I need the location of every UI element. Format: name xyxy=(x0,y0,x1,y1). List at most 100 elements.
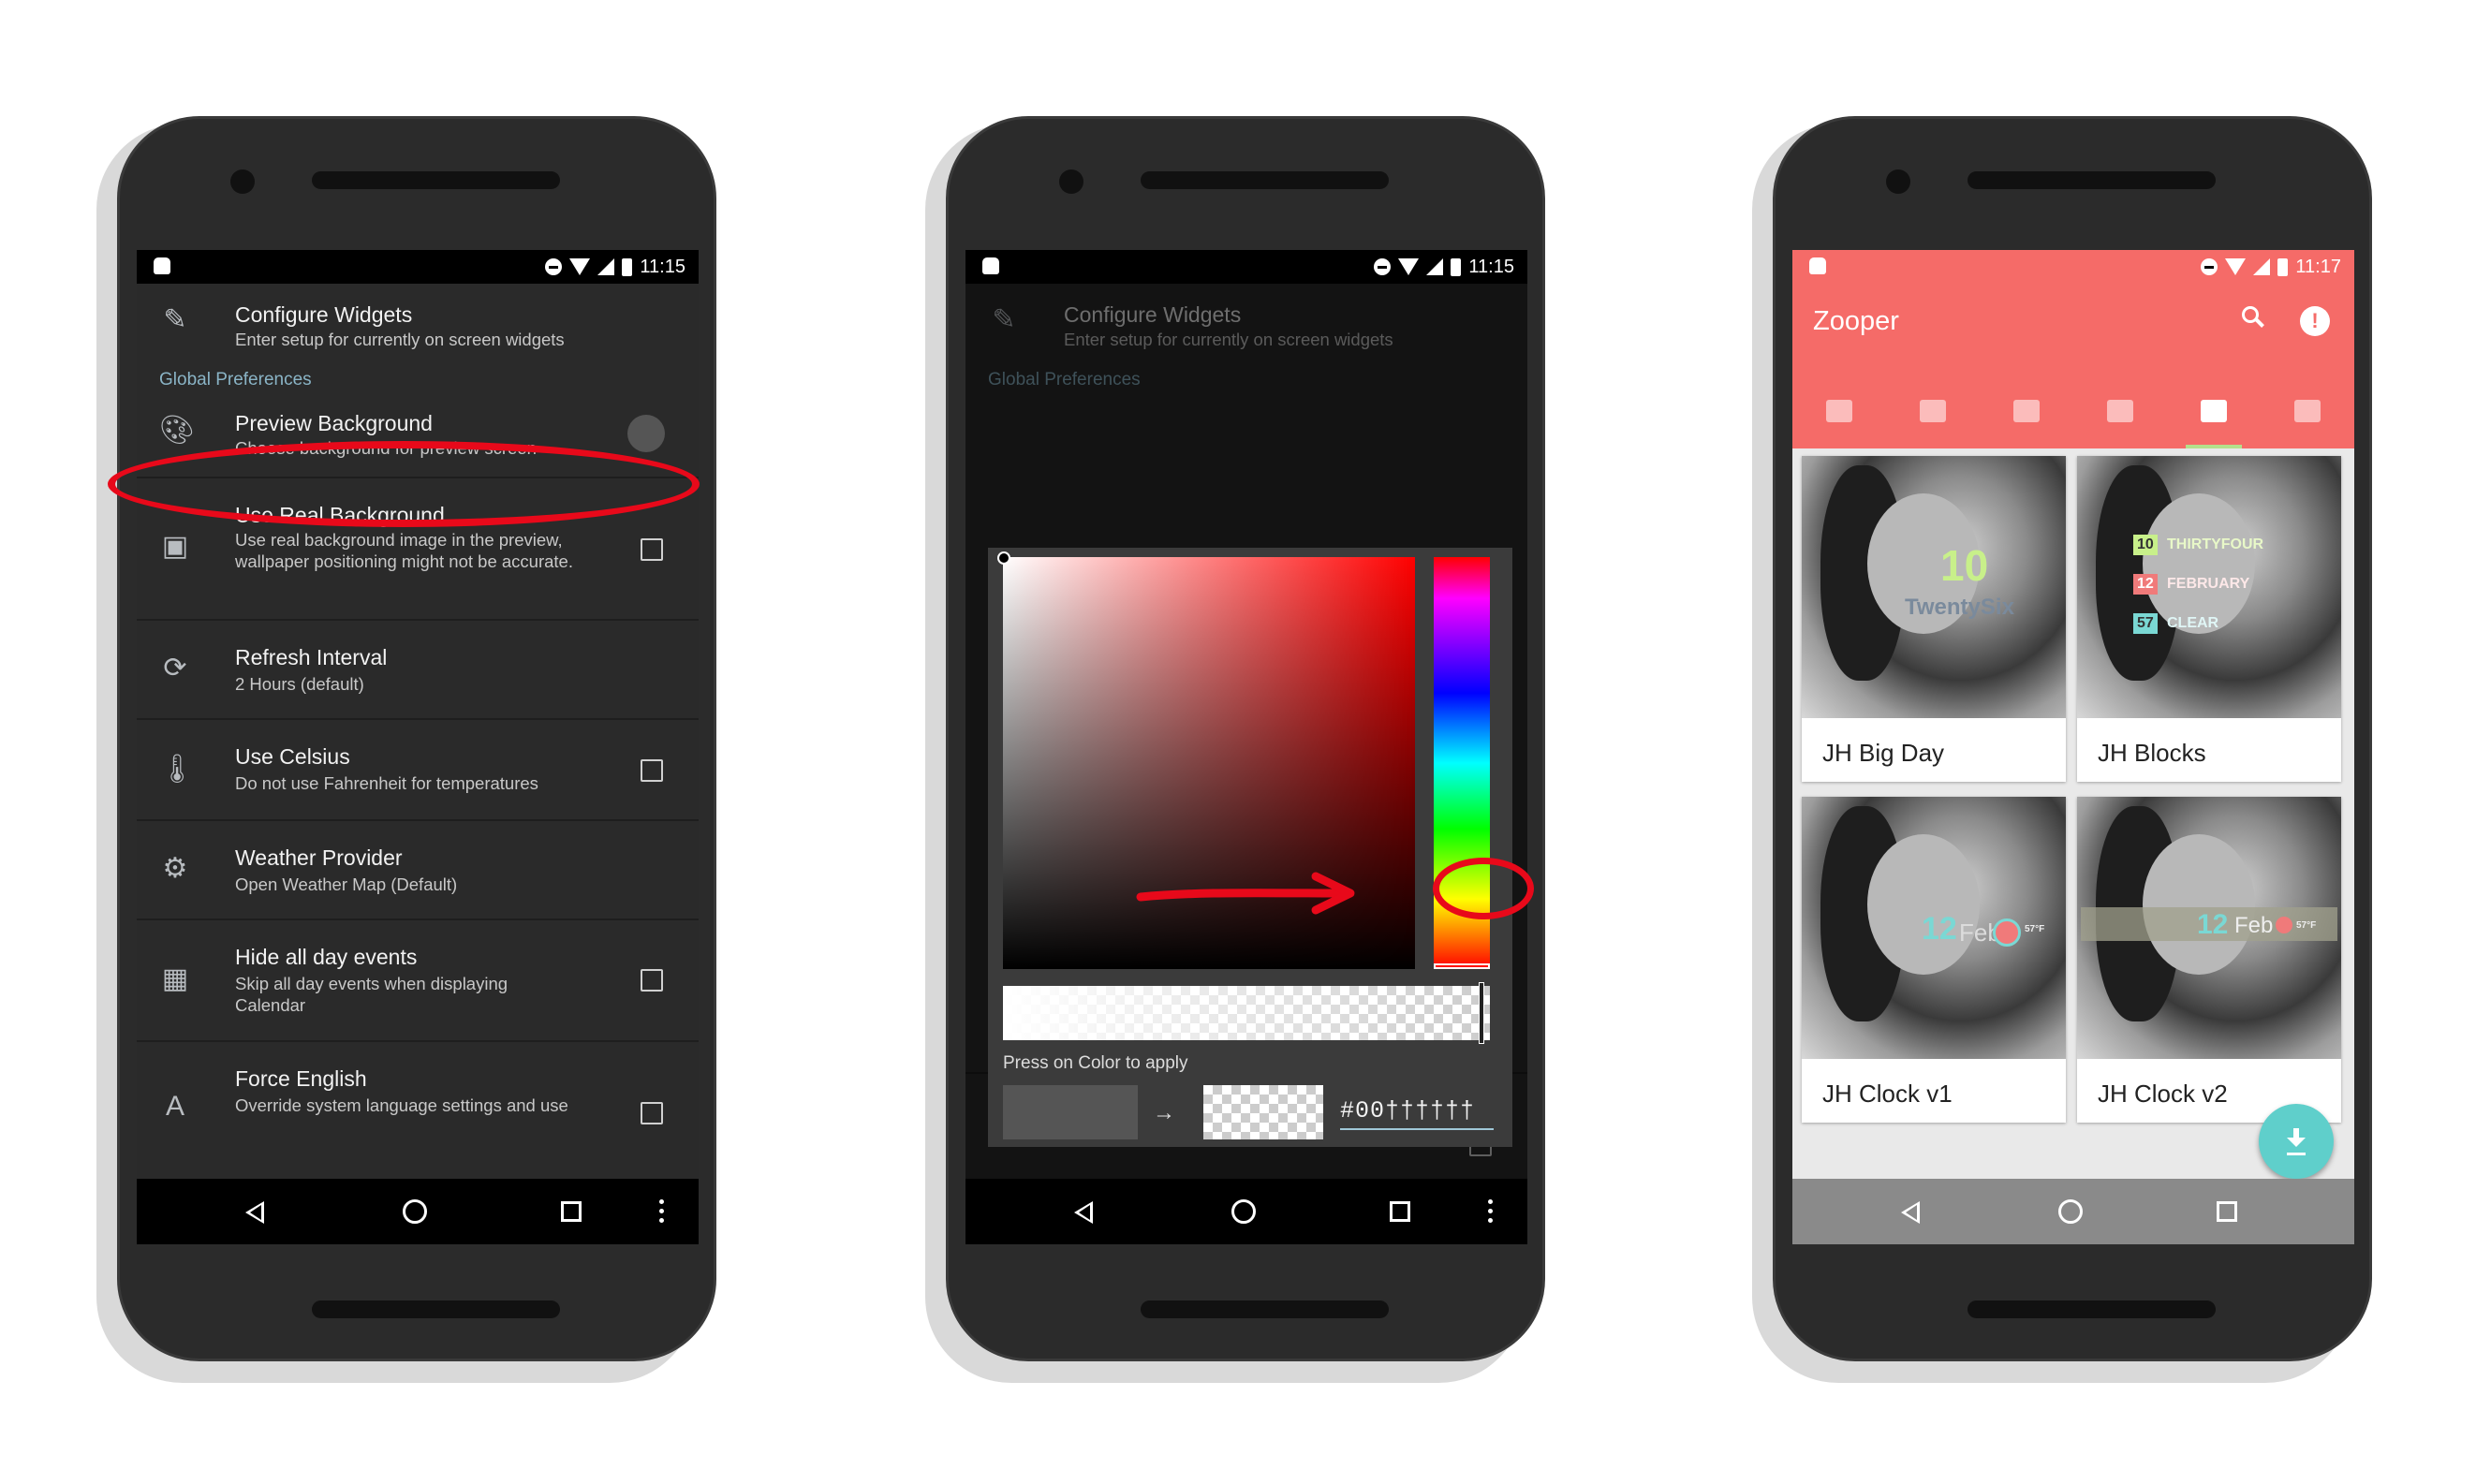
setting-subtitle: Override system language settings and us… xyxy=(235,1095,568,1115)
widget-card-title: JH Clock v2 xyxy=(2098,1080,2228,1108)
widget-card-title: JH Clock v1 xyxy=(1822,1080,1953,1108)
phone-color-picker: 11:15 ✎ Configure Widgets Enter setup fo… xyxy=(925,116,1545,1383)
tab-gallery[interactable] xyxy=(1886,374,1980,448)
tab-mail[interactable] xyxy=(1980,374,2073,448)
screen: 11:17 Zooper ! 10 TwentySix JH Big Day 1… xyxy=(1792,250,2354,1244)
alpha-slider[interactable] xyxy=(1003,982,1490,1044)
setting-title: Use Celsius xyxy=(235,744,350,769)
thermometer-icon: 🌡︎ xyxy=(159,754,196,785)
widget-card[interactable]: 10 THIRTYFOUR 12 FEBRUARY 57 CLEAR JH Bl… xyxy=(2077,456,2341,782)
setting-configure-widgets[interactable]: ✎ Configure Widgets Enter setup for curr… xyxy=(137,284,699,366)
force-english-checkbox[interactable] xyxy=(641,1102,663,1124)
palette-icon: 🎨︎ xyxy=(159,415,196,446)
setting-refresh-interval[interactable]: ⟳ Refresh Interval 2 Hours (default) xyxy=(137,621,699,720)
setting-force-english[interactable]: A Force English Override system language… xyxy=(137,1042,699,1136)
status-time: 11:17 xyxy=(2295,256,2341,277)
download-fab[interactable] xyxy=(2259,1104,2334,1179)
back-icon[interactable] xyxy=(245,1201,264,1224)
alpha-slider-handle[interactable] xyxy=(1479,982,1484,1044)
recents-icon[interactable] xyxy=(2217,1201,2237,1222)
screen: 11:15 ✎ Configure Widgets Enter setup fo… xyxy=(965,250,1527,1244)
preview-face xyxy=(2143,834,2255,975)
overflow-menu-icon[interactable] xyxy=(659,1199,665,1224)
setting-weather-provider[interactable]: ⚙ Weather Provider Open Weather Map (Def… xyxy=(137,821,699,920)
home-icon[interactable] xyxy=(1231,1199,1256,1224)
widget-card-title: JH Big Day xyxy=(1822,739,1945,767)
widgets-icon xyxy=(2201,400,2227,422)
alert-icon[interactable]: ! xyxy=(2300,306,2330,336)
back-icon[interactable] xyxy=(1901,1201,1920,1224)
widget-text: 12 xyxy=(2133,574,2158,595)
color-preview-circle[interactable] xyxy=(627,415,665,452)
widget-preview-image: 12 Feb 57°F xyxy=(1802,797,2066,1059)
setting-use-celsius[interactable]: 🌡︎ Use Celsius Do not use Fahrenheit for… xyxy=(137,720,699,821)
tab-bar xyxy=(1792,374,2354,448)
phone-body: 11:17 Zooper ! 10 TwentySix JH Big Day 1… xyxy=(1773,116,2372,1361)
search-icon[interactable] xyxy=(2242,306,2264,329)
tab-widgets[interactable] xyxy=(2167,374,2261,448)
setting-subtitle: Open Weather Map (Default) xyxy=(235,874,458,894)
recents-icon[interactable] xyxy=(561,1201,582,1222)
widget-text: 12 xyxy=(1922,911,1957,947)
weather-dot xyxy=(1993,918,2021,947)
mail-icon xyxy=(2013,400,2040,422)
widget-preview-image: 12 Feb 57°F xyxy=(2077,797,2341,1059)
gallery-icon xyxy=(1920,400,1946,422)
bottom-speaker xyxy=(1141,1300,1389,1318)
new-color-swatch[interactable] xyxy=(1203,1085,1323,1139)
weather-dot xyxy=(2276,917,2292,933)
phone-body: 11:15 ✎ Configure Widgets Enter setup fo… xyxy=(946,116,1545,1361)
home-icon[interactable] xyxy=(2058,1199,2083,1224)
widget-text: 57°F xyxy=(2296,920,2317,931)
widget-preview-image: 10 TwentySix xyxy=(1802,456,2066,718)
navigation-bar xyxy=(137,1179,699,1244)
widget-card[interactable]: 12 Feb 57°F JH Clock v2 xyxy=(2077,797,2341,1123)
setting-subtitle: Use real background image in the preview… xyxy=(235,530,573,571)
wifi-icon xyxy=(2225,258,2247,275)
back-icon[interactable] xyxy=(1074,1201,1093,1224)
use-celsius-checkbox[interactable] xyxy=(641,759,663,782)
widget-text: THIRTYFOUR xyxy=(2167,536,2264,552)
setting-title: Weather Provider xyxy=(235,845,403,870)
front-camera xyxy=(230,169,255,194)
widget-text: Feb xyxy=(2234,913,2274,938)
arrow-label: → xyxy=(1153,1100,1175,1125)
tab-people[interactable] xyxy=(2261,374,2354,448)
saturation-value-handle[interactable] xyxy=(997,551,1010,565)
use-real-background-checkbox[interactable] xyxy=(641,538,663,561)
phone-zooper: 11:17 Zooper ! 10 TwentySix JH Big Day 1… xyxy=(1752,116,2372,1383)
status-bar: 11:17 xyxy=(1792,250,2354,284)
widget-card[interactable]: 12 Feb 57°F JH Clock v1 xyxy=(1802,797,2066,1123)
status-bar: 11:15 xyxy=(965,250,1527,284)
widget-card[interactable]: 10 TwentySix JH Big Day xyxy=(1802,456,2066,782)
color-picker-dialog: Press on Color to apply → xyxy=(988,548,1512,1147)
battery-icon xyxy=(1451,257,1462,276)
setting-hide-all-day-events[interactable]: ▦ Hide all day events Skip all day event… xyxy=(137,920,699,1042)
app-title: Zooper xyxy=(1813,306,1899,336)
home-icon[interactable] xyxy=(403,1199,427,1224)
setting-title: Preview Background xyxy=(235,411,433,435)
overflow-menu-icon[interactable] xyxy=(1488,1199,1494,1224)
image-icon: ▣ xyxy=(161,531,189,562)
gear-icon: ⚙ xyxy=(162,853,188,884)
app-bar: Zooper ! xyxy=(1792,284,2354,448)
alpha-gradient xyxy=(1003,986,1490,1040)
preview-face xyxy=(2143,493,2255,634)
old-color-swatch[interactable] xyxy=(1003,1085,1138,1139)
screen: 11:15 ✎ Configure Widgets Enter setup fo… xyxy=(137,250,699,1244)
hue-slider-handle[interactable] xyxy=(1434,963,1490,969)
signal-icon xyxy=(2253,258,2271,275)
setting-title: Force English xyxy=(235,1066,367,1091)
tab-layers[interactable] xyxy=(1792,374,1886,448)
widget-text: 10 xyxy=(2133,535,2158,555)
widget-text: 57°F xyxy=(2025,924,2045,934)
recents-icon[interactable] xyxy=(1390,1201,1410,1222)
hide-all-day-events-checkbox[interactable] xyxy=(641,969,663,992)
status-time: 11:15 xyxy=(640,256,685,277)
pencil-icon: ✎ xyxy=(163,304,187,335)
battery-icon xyxy=(622,257,633,276)
wifi-icon xyxy=(569,258,591,275)
hex-color-input[interactable] xyxy=(1340,1093,1494,1130)
status-time: 11:15 xyxy=(1468,256,1514,277)
tab-share[interactable] xyxy=(2073,374,2167,448)
